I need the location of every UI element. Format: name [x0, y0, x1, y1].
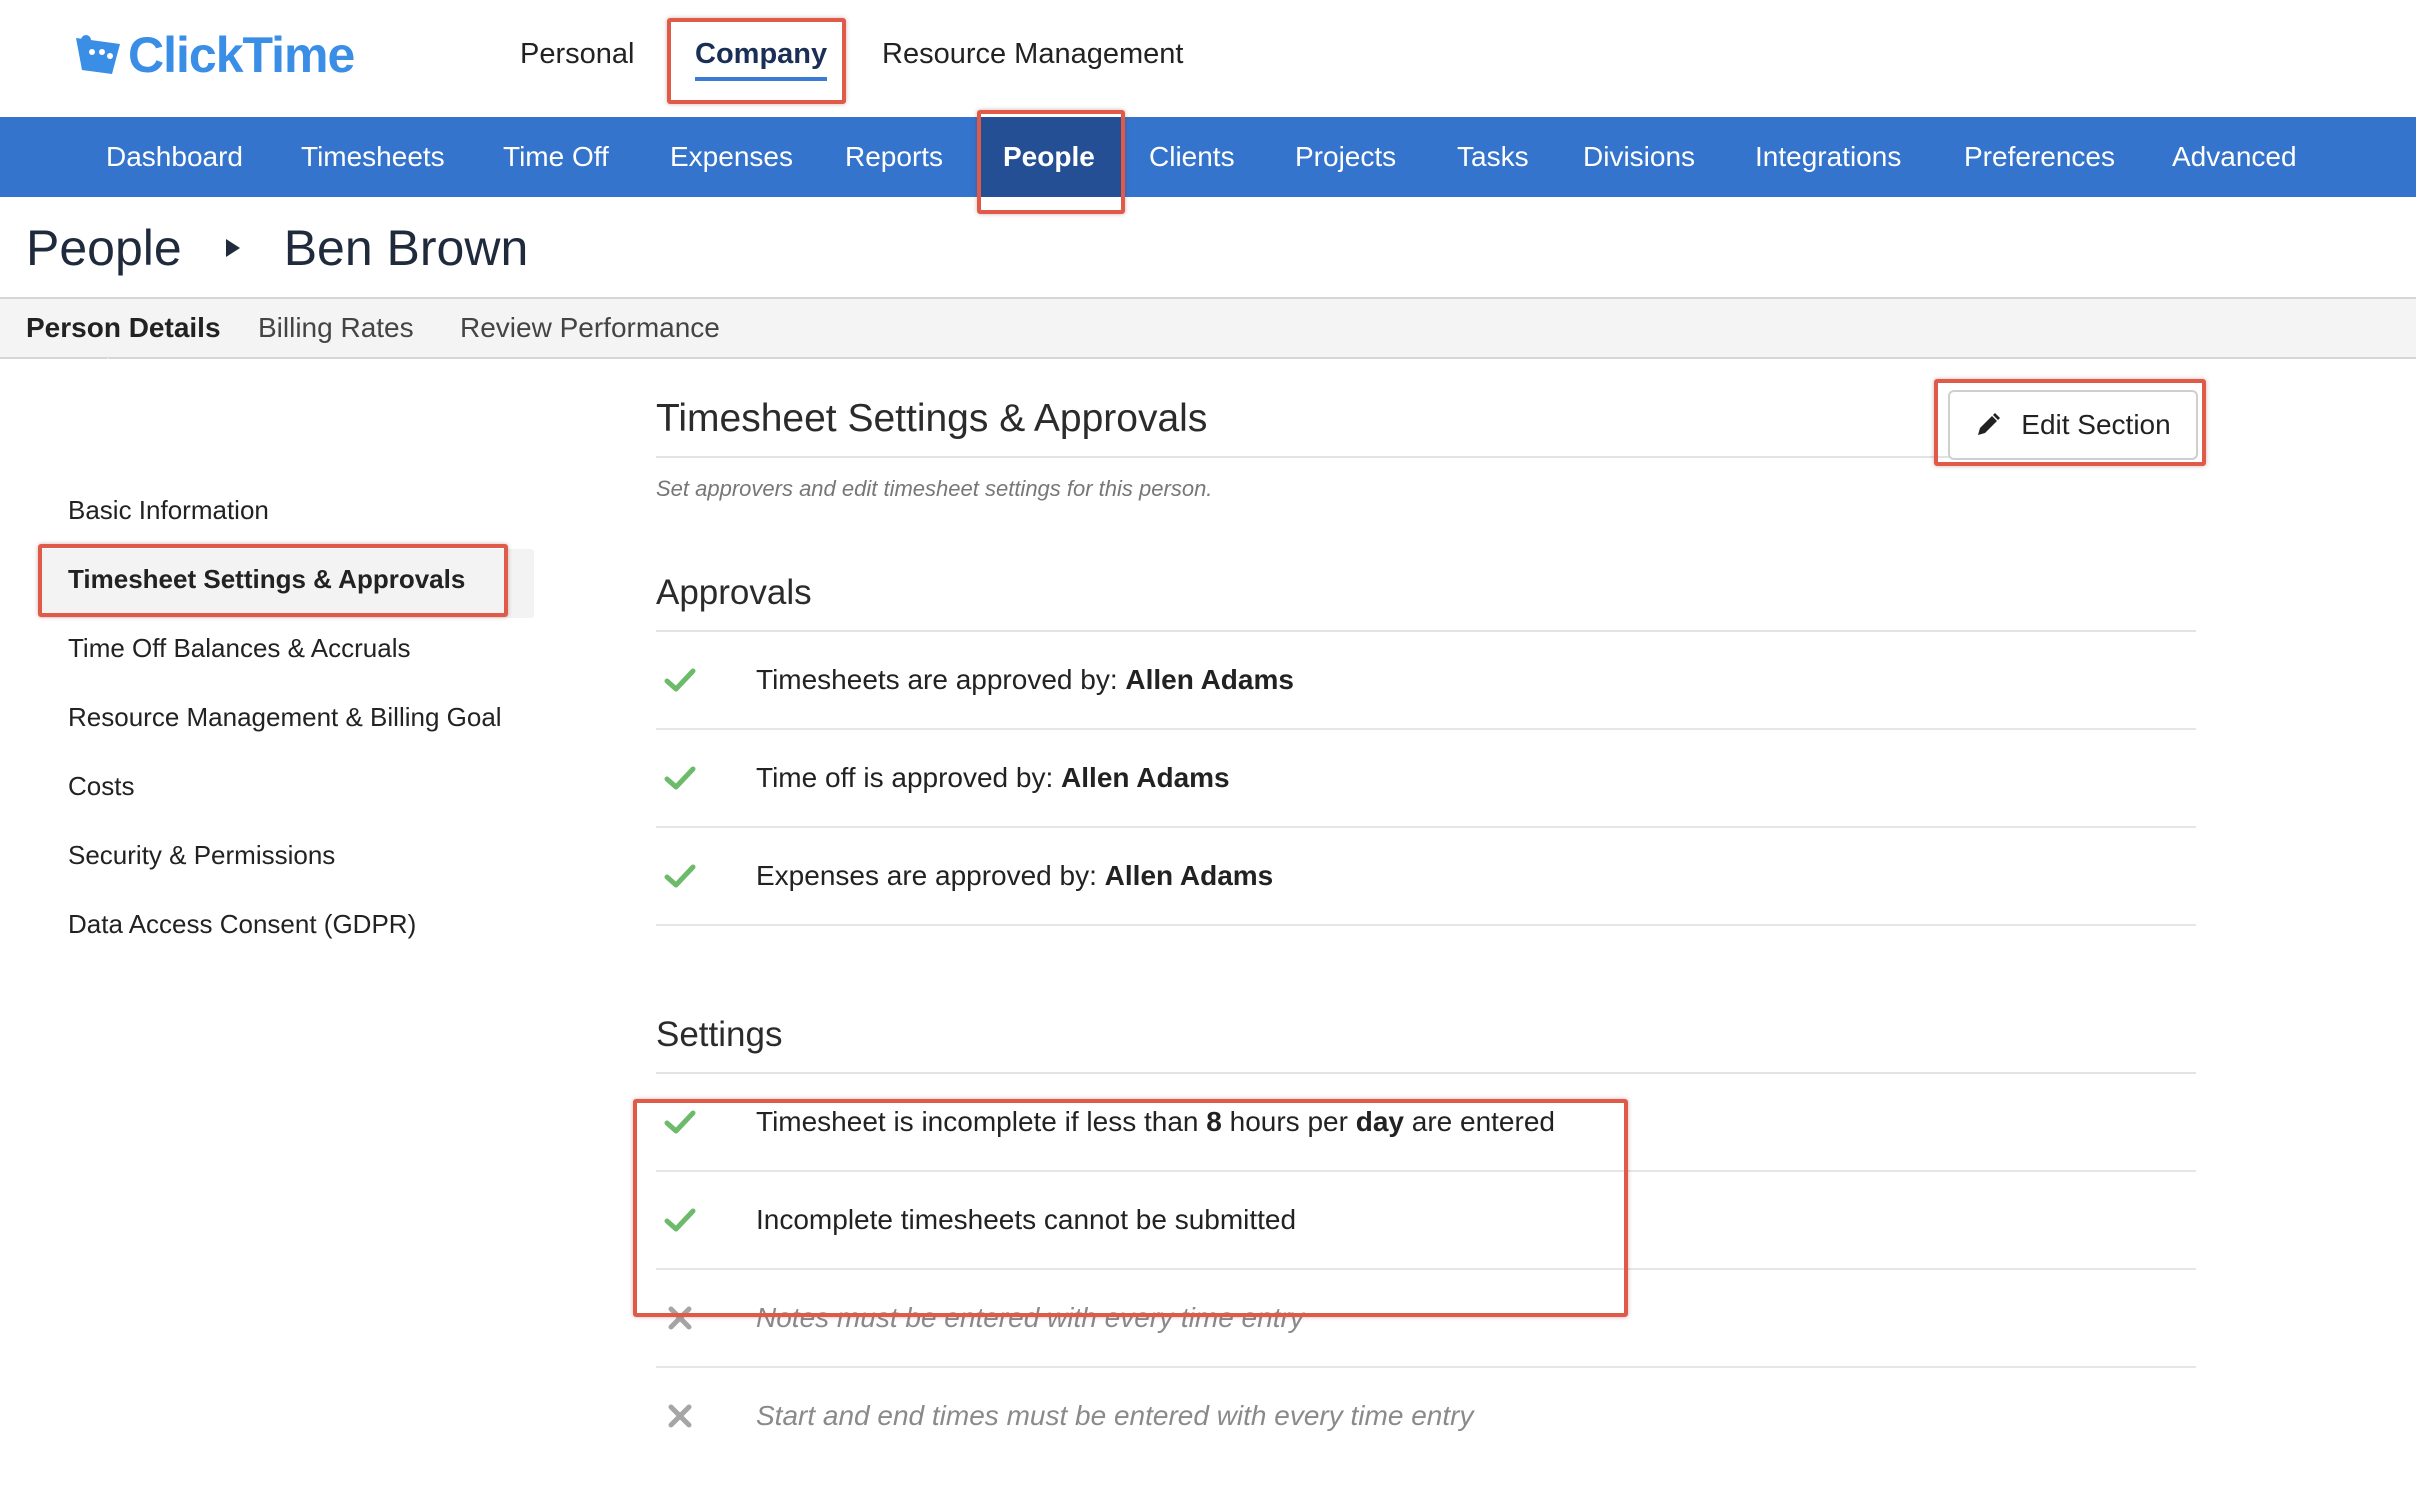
edit-section-button[interactable]: Edit Section [1948, 390, 2198, 460]
setting-text: Incomplete timesheets cannot be submitte… [756, 1204, 1297, 1235]
period-value: day [1355, 1106, 1404, 1137]
nav-projects[interactable]: Projects [1295, 117, 1396, 197]
approver-name: Allen Adams [1061, 762, 1230, 793]
approval-text: Time off is approved by: Allen Adams [756, 762, 1230, 793]
sidenav-costs[interactable]: Costs [38, 756, 534, 825]
clicktime-logo[interactable]: ClickTime [72, 26, 355, 84]
breadcrumb-arrow-icon [225, 239, 240, 257]
approval-row-timesheets: Timesheets are approved by: Allen Adams [656, 632, 2196, 730]
section-sidenav: Basic Information Timesheet Settings & A… [38, 480, 534, 963]
setting-row-notes-required: Notes must be entered with every time en… [656, 1270, 2196, 1368]
check-icon [664, 766, 696, 790]
sidenav-basic-information[interactable]: Basic Information [38, 480, 534, 549]
check-icon [664, 1208, 696, 1232]
breadcrumb-people[interactable]: People [26, 219, 182, 277]
setting-text: Notes must be entered with every time en… [756, 1302, 1304, 1333]
nav-divisions[interactable]: Divisions [1583, 117, 1695, 197]
check-icon [664, 1110, 696, 1134]
cross-icon [668, 1404, 692, 1428]
cross-icon [668, 1306, 692, 1330]
pencil-icon [1978, 413, 2001, 435]
setting-text: Start and end times must be entered with… [756, 1400, 1474, 1431]
main-content: Timesheet Settings & Approvals Edit Sect… [656, 380, 2198, 1466]
sidenav-time-off-balances[interactable]: Time Off Balances & Accruals [38, 618, 534, 687]
sidenav-resource-management[interactable]: Resource Management & Billing Goal [38, 687, 534, 756]
nav-advanced[interactable]: Advanced [2172, 117, 2297, 197]
edit-section-label: Edit Section [2021, 409, 2171, 440]
check-icon [664, 668, 696, 692]
nav-integrations[interactable]: Integrations [1755, 117, 1901, 197]
settings-title: Settings [656, 996, 2196, 1074]
approval-row-expenses: Expenses are approved by: Allen Adams [656, 828, 2196, 926]
topnav-personal[interactable]: Personal [520, 38, 634, 71]
tab-review-performance[interactable]: Review Performance [460, 299, 720, 357]
approver-name: Allen Adams [1104, 860, 1274, 891]
topnav-resource-management[interactable]: Resource Management [882, 38, 1183, 71]
tab-billing-rates[interactable]: Billing Rates [258, 299, 414, 357]
nav-expenses[interactable]: Expenses [670, 117, 793, 197]
nav-people[interactable]: People [977, 117, 1121, 197]
check-icon [664, 864, 696, 888]
setting-row-incomplete-threshold: Timesheet is incomplete if less than 8 h… [656, 1074, 2196, 1172]
clicktime-logo-icon [76, 35, 120, 74]
setting-row-cannot-submit: Incomplete timesheets cannot be submitte… [656, 1172, 2196, 1270]
nav-time-off[interactable]: Time Off [503, 117, 609, 197]
approval-text: Timesheets are approved by: Allen Adams [756, 664, 1294, 695]
nav-tasks[interactable]: Tasks [1457, 117, 1529, 197]
approver-name: Allen Adams [1125, 664, 1294, 695]
sidenav-timesheet-settings[interactable]: Timesheet Settings & Approvals [38, 549, 534, 618]
nav-reports[interactable]: Reports [845, 117, 943, 197]
logo-text: ClickTime [128, 27, 355, 83]
topnav-company[interactable]: Company [695, 38, 828, 81]
nav-preferences[interactable]: Preferences [1964, 117, 2115, 197]
person-subtabs: Person Details Billing Rates Review Perf… [0, 297, 2416, 368]
tab-person-details[interactable]: Person Details [26, 299, 221, 368]
hours-value: 8 [1206, 1106, 1222, 1137]
breadcrumb-current: Ben Brown [283, 220, 529, 276]
setting-text: Timesheet is incomplete if less than 8 h… [756, 1106, 1555, 1137]
main-nav: Dashboard Timesheets Time Off Expenses R… [0, 117, 2416, 197]
sidenav-security-permissions[interactable]: Security & Permissions [38, 825, 534, 894]
nav-dashboard[interactable]: Dashboard [106, 117, 243, 197]
setting-row-start-end-required: Start and end times must be entered with… [656, 1368, 2196, 1466]
nav-timesheets[interactable]: Timesheets [301, 117, 445, 197]
nav-clients[interactable]: Clients [1149, 117, 1235, 197]
breadcrumb: People Ben Brown [26, 218, 528, 278]
approvals-title: Approvals [656, 554, 2196, 632]
section-description: Set approvers and edit timesheet setting… [656, 476, 1213, 501]
top-header: ClickTime Personal Company Resource Mana… [0, 0, 2416, 117]
approval-row-time-off: Time off is approved by: Allen Adams [656, 730, 2196, 828]
sidenav-data-access-consent[interactable]: Data Access Consent (GDPR) [38, 894, 534, 963]
approval-text: Expenses are approved by: Allen Adams [756, 860, 1274, 891]
